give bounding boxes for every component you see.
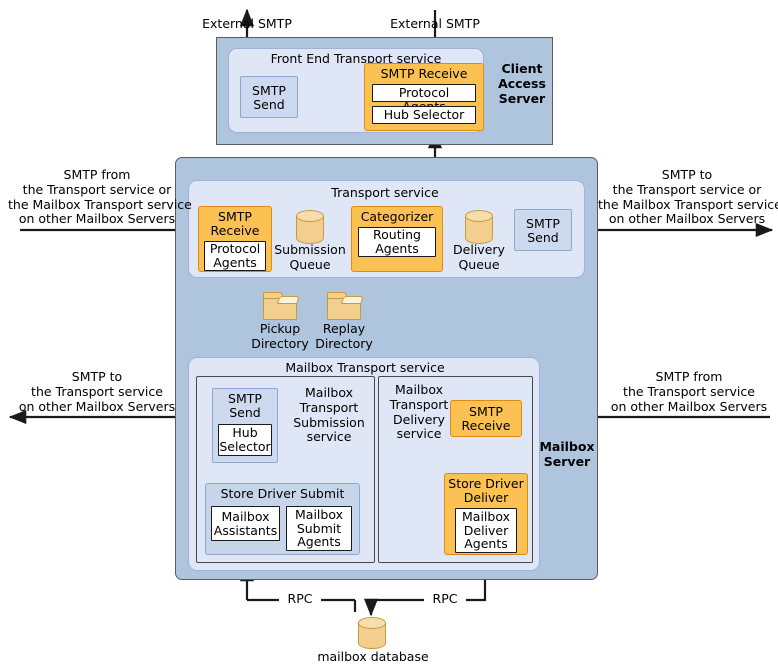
store-driver-submit-title: Store Driver Submit	[220, 486, 345, 501]
submission-queue-cylinder	[296, 210, 324, 244]
mailbox-transport-submission-label: Mailbox Transport Submission service	[293, 385, 365, 445]
fe-smtp-send-label: SMTP Send	[252, 82, 286, 112]
fe-smtp-receive-box[interactable]: SMTP Receive Protocol Agents Hub Selecto…	[364, 63, 484, 131]
label-right-smtp-in-lower: SMTP from the Transport service on other…	[610, 369, 768, 414]
mailbox-transport-service-title: Mailbox Transport service	[285, 360, 445, 375]
store-driver-deliver-box[interactable]: Store Driver Deliver Mailbox Deliver Age…	[444, 473, 528, 555]
rpc-left-label: RPC	[287, 591, 313, 606]
transport-service-title: Transport service	[331, 185, 439, 200]
pickup-directory-icon	[263, 292, 300, 320]
fe-protocol-agents-box[interactable]: Protocol Agents	[372, 84, 476, 113]
replay-directory-label: Replay Directory	[315, 321, 373, 351]
label-external-smtp-in: External SMTP	[390, 16, 480, 31]
transport-smtp-receive-title: SMTP Receive	[210, 209, 260, 238]
mailbox-assistants-box[interactable]: Mailbox Assistants	[211, 506, 280, 541]
mbx-submission-smtp-send-box[interactable]: SMTP Send Hub Selector	[212, 388, 278, 463]
mailbox-server-label: Mailbox Server	[539, 439, 595, 469]
diagram-canvas: External SMTP External SMTP Client Acces…	[0, 0, 778, 664]
transport-smtp-send-label: SMTP Send	[526, 215, 560, 245]
mbx-delivery-smtp-receive-box[interactable]: SMTP Receive	[450, 400, 522, 437]
mailbox-database-cylinder	[358, 617, 386, 649]
mbx-submission-smtp-send-title: SMTP Send	[228, 391, 262, 420]
mailbox-submit-agents-box[interactable]: Mailbox Submit Agents	[286, 506, 352, 551]
categorizer-box[interactable]: Categorizer Routing Agents	[351, 206, 443, 272]
rpc-right-label: RPC	[432, 591, 458, 606]
submission-queue-label: Submission Queue	[274, 242, 346, 272]
transport-smtp-receive-box[interactable]: SMTP Receive Protocol Agents	[198, 206, 272, 272]
categorizer-title: Categorizer	[360, 209, 434, 224]
label-right-smtp-out: SMTP to the Transport service or the Mai…	[598, 167, 778, 227]
fe-smtp-receive-title: SMTP Receive	[380, 66, 468, 81]
pickup-directory-label: Pickup Directory	[251, 321, 309, 351]
routing-agents-box[interactable]: Routing Agents	[358, 227, 436, 257]
transport-protocol-agents-box[interactable]: Protocol Agents	[204, 241, 266, 271]
delivery-queue-cylinder	[465, 210, 493, 244]
mailbox-deliver-agents-box[interactable]: Mailbox Deliver Agents	[455, 508, 517, 553]
store-driver-deliver-title: Store Driver Deliver	[448, 476, 524, 505]
delivery-queue-label: Delivery Queue	[453, 242, 505, 272]
client-access-server-label: Client Access Server	[498, 61, 546, 106]
mailbox-transport-delivery-label: Mailbox Transport Delivery service	[389, 382, 449, 442]
fe-hub-selector-box[interactable]: Hub Selector	[372, 106, 476, 124]
label-left-smtp-in: SMTP from the Transport service or the M…	[8, 167, 192, 227]
transport-smtp-send-box[interactable]: SMTP Send	[514, 209, 572, 251]
fe-smtp-send-box[interactable]: SMTP Send	[240, 76, 298, 118]
replay-directory-icon	[327, 292, 364, 320]
label-external-smtp-out: External SMTP	[202, 16, 292, 31]
mbx-hub-selector-box[interactable]: Hub Selector	[218, 424, 272, 456]
label-left-smtp-out-lower: SMTP to the Transport service on other M…	[18, 369, 176, 414]
mbx-delivery-smtp-receive-label: SMTP Receive	[461, 404, 511, 433]
